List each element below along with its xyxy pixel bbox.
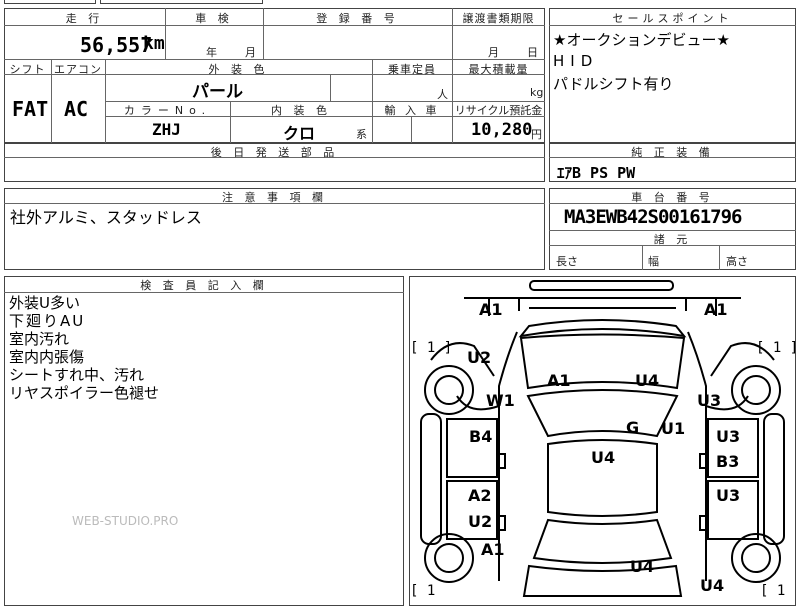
distance-label: 走 行 — [65, 12, 104, 25]
damage-mark: B3 — [716, 452, 740, 471]
shift-label: シフト — [9, 63, 46, 76]
wheel-count-bracket: [ 1 — [760, 583, 786, 599]
notes-label: 注 意 事 項 欄 — [222, 191, 327, 204]
transfer-month-unit: 月 — [488, 46, 499, 59]
wheel-count-bracket: [ 1 ] — [410, 340, 453, 356]
registration-label: 登 録 番 号 — [316, 12, 399, 25]
damage-mark: W1 — [486, 391, 515, 410]
inspector-note: 室内内張傷 — [9, 348, 85, 366]
watermark: WEB-STUDIO.PRO — [72, 514, 179, 528]
post-parts-label: 後 日 発 送 部 品 — [210, 146, 339, 159]
capacity-label: 乗車定員 — [388, 63, 436, 76]
width-label: 幅 — [648, 255, 659, 268]
max-load-label: 最大積載量 — [468, 63, 529, 76]
height-label: 高さ — [726, 255, 748, 268]
top-cutoff-box-left — [4, 0, 96, 4]
recycle-fee-value: 10,280 — [471, 120, 533, 140]
standard-equipment-value: ｴｱB PS PW — [557, 164, 636, 182]
exterior-color-label: 外 装 色 — [208, 63, 269, 76]
color-no-label: カラーNo. — [123, 104, 212, 117]
chassis-label: 車 台 番 号 — [631, 191, 714, 204]
damage-mark: U3 — [716, 486, 741, 505]
damage-mark: A1 — [481, 540, 505, 559]
inspector-note: 室内汚れ — [9, 330, 70, 348]
damage-mark: U2 — [468, 512, 493, 531]
damage-mark: U1 — [661, 419, 686, 438]
interior-color-label: 内 装 色 — [271, 104, 331, 117]
dimensions-label: 諸 元 — [653, 233, 692, 246]
wheel-count-bracket: [ 1 ] — [756, 340, 799, 356]
recycle-label: リサイクル預託金 — [454, 104, 543, 117]
chassis-col-line — [719, 245, 720, 270]
inspection-year-unit: 年 — [206, 46, 217, 59]
damage-mark: U3 — [716, 427, 741, 446]
notes-text: 社外アルミ、スタッドレス — [10, 208, 202, 227]
aircon-value: AC — [64, 97, 89, 121]
inspector-note: 外装U多い — [9, 294, 80, 312]
damage-mark: A1 — [704, 300, 728, 319]
info-col-line — [411, 116, 412, 143]
inspector-note: シートすれ中、汚れ — [9, 366, 145, 384]
info-row-line — [4, 59, 545, 60]
exterior-color-value: パール — [192, 82, 243, 102]
load-unit: kg — [530, 86, 544, 99]
color-no-value: ZHJ — [152, 120, 181, 139]
inspector-label: 検 査 員 記 入 欄 — [140, 279, 268, 292]
mileage-unit: km — [143, 33, 165, 54]
chassis-col-line — [642, 245, 643, 270]
shift-value: FAT — [12, 97, 49, 121]
damage-mark: A2 — [468, 486, 492, 505]
damage-mark: U4 — [635, 371, 660, 390]
damage-mark: U4 — [630, 557, 655, 576]
interior-color-suffix: 系 — [356, 128, 367, 141]
capacity-unit: 人 — [437, 88, 448, 101]
inspector-note: リヤスポイラー色褪せ — [9, 384, 160, 402]
damage-mark: A1 — [479, 300, 503, 319]
damage-mark: G — [626, 418, 640, 437]
damage-mark: A1 — [547, 371, 571, 390]
inspector-note: 下廻りAU — [9, 312, 86, 330]
recycle-fee-unit: 円 — [531, 128, 542, 141]
chassis-number: MA3EWB42S00161796 — [564, 206, 742, 228]
transfer-day-unit: 日 — [527, 46, 538, 59]
import-label: 輸 入 車 — [384, 104, 440, 117]
damage-mark: U3 — [697, 391, 722, 410]
damage-mark: B4 — [469, 427, 493, 446]
damage-mark: U4 — [591, 448, 616, 467]
aircon-label: エアコン — [54, 63, 102, 76]
interior-color-value: クロ — [283, 124, 316, 143]
top-cutoff-box-mid — [100, 0, 263, 4]
inspection-label: 車 検 — [195, 12, 233, 25]
inspection-month-unit: 月 — [245, 46, 256, 59]
selling-point-item: パドルシフト有り — [553, 75, 674, 93]
selling-points-label: セールスポイント — [612, 12, 733, 25]
info-col-line — [330, 74, 331, 101]
standard-equipment-label: 純 正 装 備 — [631, 146, 714, 159]
damage-mark: U4 — [700, 576, 725, 595]
selling-point-item: HID — [553, 52, 599, 70]
transfer-deadline-label: 譲渡書類期限 — [462, 12, 535, 25]
wheel-count-bracket: [ 1 — [410, 583, 436, 599]
length-label: 長さ — [556, 255, 578, 268]
selling-point-item: ★オークションデビュー★ — [553, 31, 730, 49]
damage-mark: U2 — [467, 348, 492, 367]
mileage-value: 56,557 — [80, 33, 153, 57]
